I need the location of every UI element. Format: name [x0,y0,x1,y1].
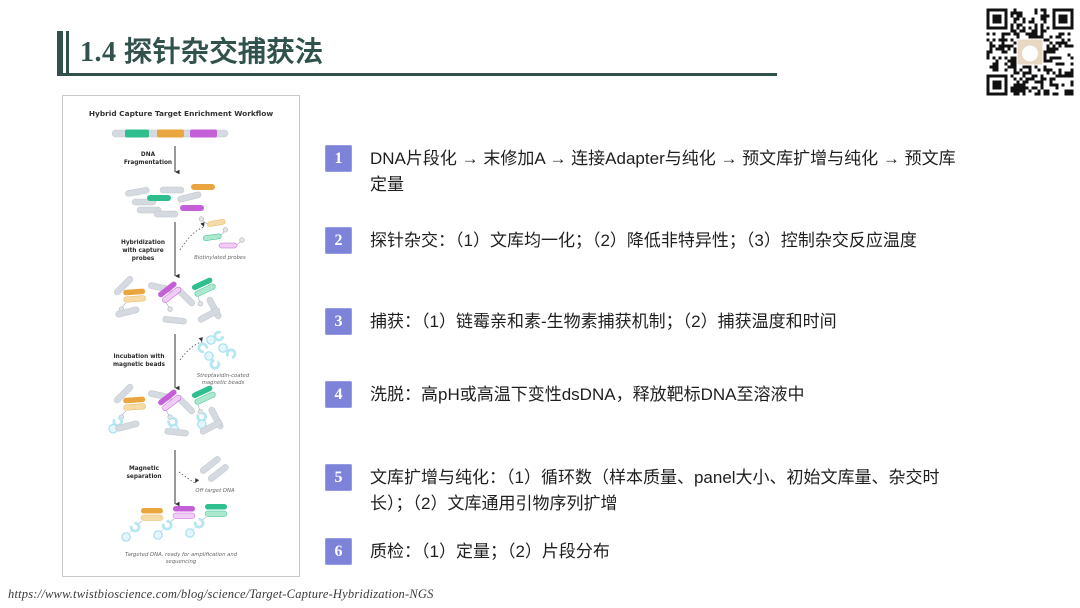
flow-label-magnetic: Magnetic [129,466,160,472]
qr-code [984,6,1076,98]
flow-label-with-capture: with capture [122,248,164,254]
title-accent-bar [57,31,63,73]
flow-label-dna: DNA [141,152,156,158]
annotation-biotinylated-probes: Biotinylated probes [194,255,246,261]
step-number-badge: 6 [325,538,352,565]
page-title: 1.4 探针杂交捕获法 [80,30,324,70]
step-number-badge: 5 [325,464,352,491]
flow-label-probes: probes [132,256,155,262]
fragment-cluster [125,184,215,217]
step-row-6: 6 质检：（1）定量；（2）片段分布 [325,538,972,565]
step-text: 捕获：（1）链霉亲和素-生物素捕获机制；（2）捕获温度和时间 [370,308,972,335]
step-text: 文库扩增与纯化：（1）循环数（样本质量、panel大小、初始文库量、杂交时长）；… [370,464,972,517]
qr-code-image [984,6,1076,98]
source-url: https://www.twistbioscience.com/blog/sci… [8,587,434,602]
step-number-badge: 4 [325,381,352,408]
annotation-streptavidin-2: magnetic beads [202,380,245,386]
step-number-badge: 1 [325,145,352,172]
annotation-streptavidin-1: Streptavidin-coated [197,373,250,379]
figure-title: Hybrid Capture Target Enrichment Workflo… [89,109,273,118]
step-text: 洗脱：高pH或高温下变性dsDNA，释放靶标DNA至溶液中 [370,381,972,408]
step-row-2: 2 探针杂交：（1）文库均一化；（2）降低非特异性；（3）控制杂交反应温度 [325,227,972,254]
workflow-diagram: Hybrid Capture Target Enrichment Workflo… [63,96,299,576]
workflow-figure-panel: Hybrid Capture Target Enrichment Workflo… [62,95,300,577]
step-text: 探针杂交：（1）文库均一化；（2）降低非特异性；（3）控制杂交反应温度 [370,227,972,254]
flow-label-hybridization: Hybridization [121,240,165,246]
targeted-dna-row [122,504,227,541]
hybridized-cluster [113,275,222,324]
bead-bound-cluster [107,383,226,436]
off-target-fragments [199,455,230,483]
biotinylated-probes [199,213,245,248]
step-number-badge: 2 [325,227,352,254]
step-row-4: 4 洗脱：高pH或高温下变性dsDNA，释放靶标DNA至溶液中 [325,381,972,408]
step-text: 质检：（1）定量；（2）片段分布 [370,538,972,565]
step-row-3: 3 捕获：（1）链霉亲和素-生物素捕获机制；（2）捕获温度和时间 [325,308,972,335]
step-text: DNA片段化 → 末修加A → 连接Adapter与纯化 → 预文库扩增与纯化 … [370,145,972,198]
dashed-arrow-offtarget [179,472,195,483]
figure-caption-line1: Targeted DNA, ready for amplification an… [125,552,238,558]
step-row-1: 1 DNA片段化 → 末修加A → 连接Adapter与纯化 → 预文库扩增与纯… [325,145,972,198]
magnetic-beads-cluster [197,331,236,369]
step-row-5: 5 文库扩增与纯化：（1）循环数（样本质量、panel大小、初始文库量、杂交时长… [325,464,972,517]
flow-label-incubation: Incubation with [113,354,164,360]
dashed-arrow-probes [180,227,204,250]
flow-label-magnetic-beads: magnetic beads [113,362,166,368]
flow-label-fragmentation: Fragmentation [124,160,172,166]
step-number-badge: 3 [325,308,352,335]
figure-caption-line2: sequencing [166,559,197,565]
title-underline [57,73,777,76]
title-accent-bar-thin [66,31,69,73]
intact-dna-bar [112,130,228,138]
flow-label-separation: separation [126,474,161,480]
annotation-off-target: Off target DNA [195,488,235,494]
